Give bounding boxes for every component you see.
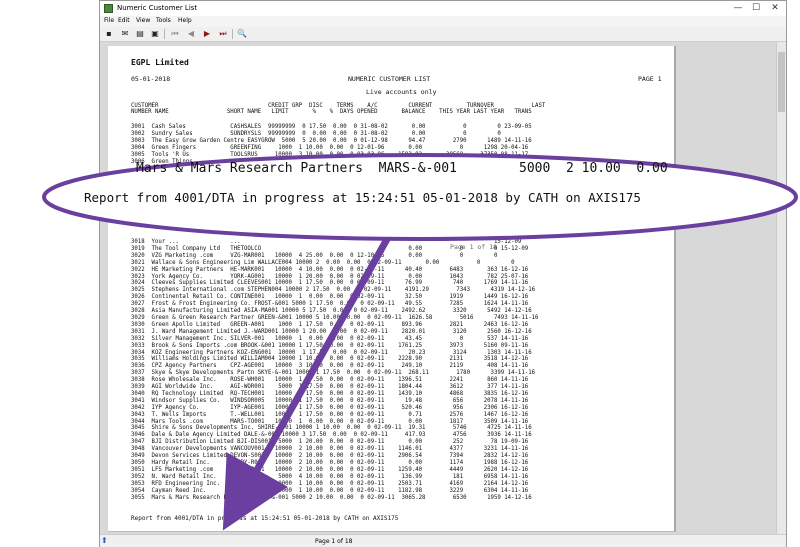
table-row: 3043 T. Wells Imports T.-WELL001 10000 1… — [131, 411, 529, 418]
table-row: 3040 RQ Technology Limited RQ-TECH001 10… — [131, 390, 529, 397]
table-row: 3035 Williams Holdings Limited WILLIAM00… — [131, 356, 529, 363]
mail-icon[interactable]: ✉ — [120, 29, 130, 39]
table-row: 3039 AGI Worldwide Inc. AGI-WOR001 5000 … — [131, 384, 529, 391]
customer-rows-top: 3001 Cash Sales CASHSALES 99999999 0 17.… — [131, 124, 532, 165]
table-row: 3003 The Easy Grow Garden Centre EASYGRO… — [131, 137, 532, 144]
status-bar: Page 1 of 18 — [100, 534, 786, 547]
table-row: 3026 Continental Retail Co. CONTINE001 1… — [131, 294, 529, 301]
report-footer: Report from 4001/DTA in progress at 15:2… — [131, 515, 399, 522]
first-page-icon[interactable]: ⏮ — [170, 29, 180, 39]
minimize-button[interactable]: — — [730, 2, 746, 14]
table-row: 3022 HE Marketing Partners HE-MARK001 10… — [131, 266, 529, 273]
table-row: 3027 Frost & Frost Engineering Co. FROST… — [131, 301, 529, 308]
menu-view[interactable]: View — [136, 17, 150, 24]
menu-file[interactable]: File — [104, 17, 114, 24]
toolbar: ▪ ✉ ▤ ▣ ⏮ ◀ ▶ ⏭ 🔍 — [100, 27, 786, 42]
table-row: 3029 Green & Green Research Partner GREE… — [131, 314, 539, 321]
table-row: 3041 Windsor Supplies Co. WINDSOR005 100… — [131, 397, 529, 404]
report-viewer[interactable]: EGPL Limited 05-01-2018 NUMERIC CUSTOMER… — [100, 42, 786, 534]
maximize-button[interactable]: ☐ — [748, 2, 764, 14]
report-subtitle: Live accounts only — [366, 88, 437, 96]
page-label: PAGE 1 — [638, 75, 662, 83]
table-row: 3047 BJI Distribution Limited BJI-DIS001… — [131, 439, 529, 446]
table-row: 3053 RFD Engineering Inc. RFD-ENG001 100… — [131, 480, 529, 487]
toolbar-separator — [232, 29, 233, 39]
scrollbar-thumb[interactable] — [778, 52, 785, 112]
table-row: 3051 LFS Marketing .com LFS-MAR001 10000… — [131, 466, 529, 473]
table-row: 3021 Wallace & Sons Engineering Lim WALL… — [131, 259, 515, 266]
table-row: 3004 Green Fingers GREENFING 1000 1 10.0… — [131, 144, 529, 151]
table-row: 3054 Cayman Reed Inc. CAYMAN-001 10000 1… — [131, 487, 529, 494]
app-window: Numeric Customer List — ☐ ✕ File Edit Vi… — [99, 0, 787, 547]
table-row: 3031 J. Ward Management Limited J.-WARD0… — [131, 328, 532, 335]
table-row: 3028 Asia Manufacturing Limited ASIA-MA0… — [131, 308, 532, 315]
table-row: 3002 Sundry Sales SUNDRYSLS 99999999 0 0… — [131, 130, 501, 137]
table-row: 3033 Brook & Sons Imports .com BROOK-&00… — [131, 342, 529, 349]
table-row: 3038 Rose Wholesale Inc. ROSE-WH001 1000… — [131, 377, 529, 384]
title-bar: Numeric Customer List — ☐ ✕ — [100, 1, 786, 16]
table-row: 3048 Vancouver Developments VANCOUV001 1… — [131, 446, 529, 453]
table-row: 3042 IYP Agency Co. IYP-AGE001 10000 1 1… — [131, 404, 529, 411]
table-row: 3030 Green Apollo Limited GREEN-A001 100… — [131, 321, 529, 328]
table-row: 3044 Mars Tools .com MARS-TO001 10000 1 … — [131, 418, 529, 425]
table-row: 3001 Cash Sales CASHSALES 99999999 0 17.… — [131, 124, 532, 130]
table-row: 3018 Your ... ... 15-12-09 — [131, 239, 522, 245]
next-page-icon[interactable]: ▶ — [202, 29, 212, 39]
report-title: NUMERIC CUSTOMER LIST — [348, 75, 431, 83]
table-row: 3034 KOZ Engineering Partners KOZ-ENG001… — [131, 349, 532, 356]
table-row: 3025 Stephens International .com STEPHEN… — [131, 287, 536, 294]
save-icon[interactable]: ▪ — [104, 29, 114, 39]
print-preview-icon[interactable]: ▤ — [135, 29, 145, 39]
table-row: 3023 York Agency Co. YORK-AG001 10000 1 … — [131, 273, 529, 280]
printer-icon[interactable]: ▣ — [150, 29, 160, 39]
table-row: 3045 Shire & Sons Developments Inc. SHIR… — [131, 425, 532, 432]
table-row: 3050 Hardy Retail Inc. HARDY-R001 10000 … — [131, 460, 529, 466]
menu-bar: File Edit View Tools Help — [100, 16, 786, 27]
last-page-icon[interactable]: ⏭ — [218, 29, 228, 39]
close-button[interactable]: ✕ — [767, 2, 783, 14]
company-name: EGPL Limited — [131, 58, 189, 67]
scroll-up-arrow-icon[interactable]: ⬆ — [101, 536, 108, 545]
table-row: 3019 The Tool Company Ltd THETOOLCO 0.00… — [131, 245, 529, 252]
table-row: 3049 Devon Services Limited DEVON-S001 1… — [131, 453, 529, 460]
table-row: 3032 Silver Management Inc. SILVER-001 1… — [131, 335, 529, 342]
vertical-scrollbar[interactable] — [776, 42, 786, 534]
table-row: 3046 Dale & Dale Agency Limited DALE-&-0… — [131, 432, 532, 439]
table-row: 3006 Green Things GREENTHNG 1000 1 0.00 … — [131, 158, 529, 165]
column-header-2: NUMBER NAME SHORT NAME LIMIT % % DAYS OP… — [131, 109, 532, 115]
table-row: 3037 Skye & Skye Developments Partn SKYE… — [131, 370, 536, 377]
page-indicator: Page 1 of 18 — [315, 538, 353, 545]
menu-tools[interactable]: Tools — [156, 17, 171, 24]
table-row: 3052 N. Ward Retail Inc. N.-WARD001 5000… — [131, 473, 529, 480]
report-page: EGPL Limited 05-01-2018 NUMERIC CUSTOMER… — [108, 46, 676, 532]
table-row: 3020 VZG Marketing .com VZG-MAR001 10000… — [131, 252, 498, 259]
previous-page-icon[interactable]: ◀ — [186, 29, 196, 39]
report-date: 05-01-2018 — [131, 75, 171, 83]
app-icon — [104, 4, 113, 13]
table-row: 3005 Tools 'R Us TOOLSRUS 10000 3 10.00 … — [131, 151, 529, 158]
table-row: 3036 CPZ Agency Partners CPZ-AGE001 1000… — [131, 363, 529, 370]
toolbar-separator — [164, 29, 165, 39]
customer-rows-bottom: 3018 Your ... ... 15-12-09 3019 The Tool … — [131, 239, 538, 501]
menu-edit[interactable]: Edit — [118, 17, 130, 24]
table-row: 3055 Mars & Mars Research Partners MARS-… — [131, 494, 532, 501]
menu-help[interactable]: Help — [178, 17, 192, 24]
window-title: Numeric Customer List — [117, 4, 198, 12]
table-row: 3024 Cleeves Supplies Limited CLEEVES001… — [131, 280, 529, 287]
zoom-icon[interactable]: 🔍 — [237, 29, 247, 39]
